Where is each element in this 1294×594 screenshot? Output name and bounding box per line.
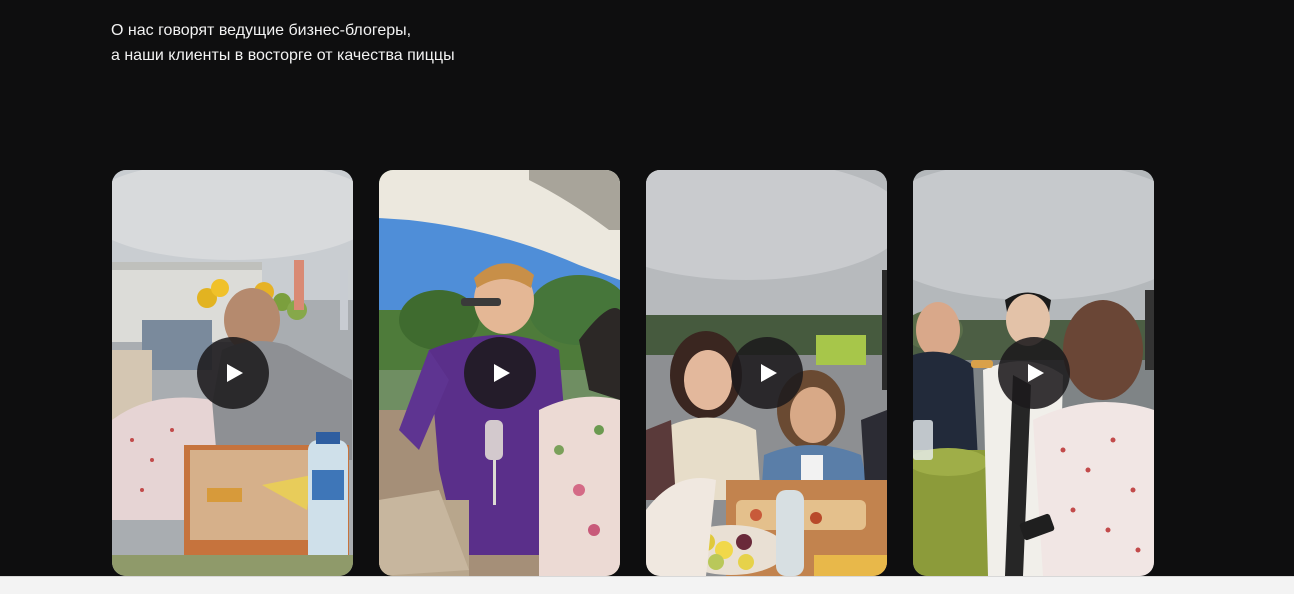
video-card-2[interactable] — [379, 170, 620, 576]
section-intro: О нас говорят ведущие бизнес-блогеры, а … — [111, 18, 455, 68]
video-card-1[interactable] — [112, 170, 353, 576]
play-icon — [1028, 364, 1044, 382]
play-icon — [494, 364, 510, 382]
intro-line-2: а наши клиенты в восторге от качества пи… — [111, 47, 455, 64]
next-section-edge — [0, 576, 1294, 594]
video-card-4[interactable] — [913, 170, 1154, 576]
play-icon — [227, 364, 243, 382]
intro-line-1: О нас говорят ведущие бизнес-блогеры, — [111, 22, 412, 39]
play-button[interactable] — [463, 337, 536, 409]
play-button[interactable] — [730, 337, 803, 409]
video-reviews-list — [112, 170, 1154, 576]
play-button[interactable] — [196, 337, 269, 409]
video-card-3[interactable] — [646, 170, 887, 576]
play-icon — [761, 364, 777, 382]
play-button[interactable] — [997, 337, 1070, 409]
